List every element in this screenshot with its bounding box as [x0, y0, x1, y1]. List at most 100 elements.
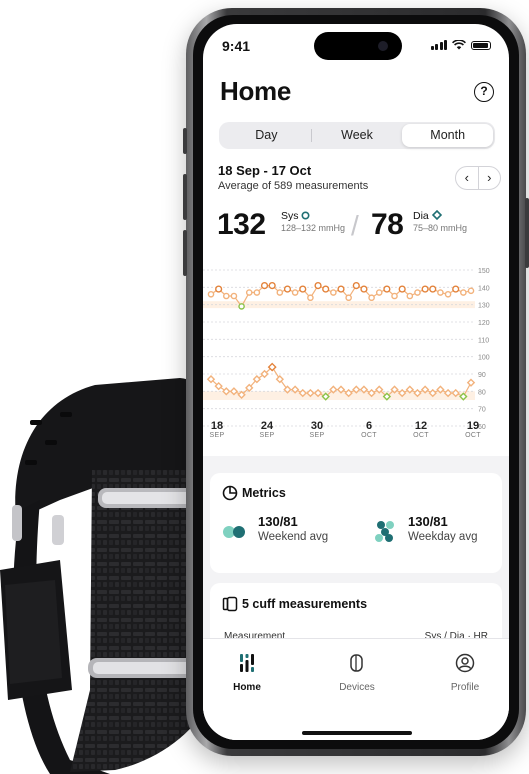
- app-screen: 9:41 Home ? Day Week Month 18 Sep - 17 O…: [203, 24, 509, 740]
- weekday-dots-icon: [375, 521, 394, 542]
- devices-icon: [350, 654, 363, 672]
- chart-x-axis: 18 SEP 24 SEP 30 SEP 6 OCT 12 OCT 19 OCT: [203, 420, 509, 448]
- weekday-value: 130/81: [408, 514, 448, 529]
- weekend-metric: 130/81 Weekend avg: [258, 514, 328, 543]
- data-point: [215, 285, 223, 293]
- date-range: 18 Sep - 17 Oct: [218, 163, 312, 178]
- data-point: [307, 294, 314, 302]
- tab-devices-label: Devices: [339, 682, 375, 693]
- segment-month[interactable]: Month: [402, 124, 494, 147]
- phone-frame: 9:41 Home ? Day Week Month 18 Sep - 17 O…: [183, 8, 529, 756]
- battery-icon: [471, 40, 491, 50]
- tab-bar: Home Devices Profile: [203, 638, 509, 740]
- data-point: [467, 287, 475, 295]
- systolic-label: Sys: [281, 210, 299, 222]
- prev-period-button[interactable]: ‹: [456, 167, 479, 189]
- page-title: Home: [220, 76, 292, 106]
- tab-home-label: Home: [233, 682, 261, 693]
- x-tick-day: 18: [210, 420, 224, 432]
- y-tick-label: 100: [478, 355, 490, 362]
- x-tick-day: 24: [260, 420, 274, 432]
- profile-icon: [455, 653, 475, 673]
- x-tick-day: 6: [365, 420, 373, 432]
- x-tick-day: 12: [414, 420, 428, 432]
- diastolic-value: 78: [371, 208, 404, 241]
- tab-home[interactable]: Home: [207, 653, 287, 693]
- diamond-marker-icon: [431, 209, 442, 221]
- data-point: [345, 294, 352, 302]
- data-point: [283, 285, 292, 293]
- systolic-reading: 132 Sys 128–132 mmHg: [217, 208, 345, 242]
- period-segmented-control: Day Week Month: [219, 122, 495, 149]
- data-point: [253, 289, 261, 296]
- y-tick-label: 130: [478, 303, 490, 310]
- metrics-card[interactable]: Metrics 130/81 Weekend avg 130/81 Weekda…: [210, 473, 502, 573]
- data-point: [352, 282, 360, 290]
- dynamic-island: [314, 32, 402, 60]
- weekday-metric: 130/81 Weekday avg: [408, 514, 477, 543]
- x-tick-label: 24 SEP: [252, 420, 282, 439]
- data-point: [429, 285, 437, 293]
- data-point: [414, 289, 421, 296]
- data-point: [268, 282, 276, 290]
- y-tick-label: 140: [478, 285, 490, 292]
- cuff-icon: [222, 596, 238, 612]
- diastolic-reading: 78 Dia 75–80 mmHg: [371, 208, 467, 242]
- data-point: [314, 282, 322, 290]
- x-tick-label: 6 OCT: [354, 420, 384, 439]
- data-point: [260, 282, 269, 290]
- y-tick-label: 150: [478, 268, 490, 275]
- blood-pressure-chart: 15014013012011010090807060: [203, 268, 490, 430]
- x-tick-month: SEP: [259, 432, 275, 439]
- wifi-icon: [452, 40, 466, 50]
- status-time: 9:41: [222, 38, 251, 54]
- data-point: [230, 292, 238, 300]
- y-tick-label: 110: [478, 337, 489, 344]
- diastolic-label: Dia: [413, 210, 429, 222]
- systolic-range: 128–132 mmHg: [281, 223, 346, 233]
- data-point: [452, 285, 460, 293]
- weekend-value: 130/81: [258, 514, 298, 529]
- x-tick-label: 30 SEP: [302, 420, 332, 439]
- x-tick-label: 18 SEP: [203, 420, 232, 439]
- help-icon[interactable]: ?: [474, 82, 494, 102]
- data-point: [238, 303, 245, 310]
- home-indicator: [302, 731, 412, 735]
- weekday-label: Weekday avg: [408, 531, 478, 543]
- x-tick-month: OCT: [413, 432, 429, 439]
- tab-profile[interactable]: Profile: [425, 653, 505, 693]
- segment-day[interactable]: Day: [221, 124, 312, 147]
- x-tick-month: SEP: [209, 432, 225, 439]
- data-point: [330, 289, 337, 296]
- circle-marker-icon: [301, 211, 310, 220]
- home-dashboard-icon: [240, 654, 254, 672]
- y-tick-label: 120: [478, 320, 490, 327]
- x-tick-month: OCT: [465, 432, 481, 439]
- diastolic-range: 75–80 mmHg: [413, 223, 468, 233]
- data-point: [368, 294, 375, 302]
- x-tick-label: 19 OCT: [458, 420, 488, 439]
- data-point: [383, 285, 391, 293]
- data-point: [466, 378, 476, 387]
- y-tick-label: 90: [478, 372, 486, 379]
- tab-profile-label: Profile: [450, 682, 480, 693]
- data-point: [437, 289, 444, 296]
- x-tick-label: 12 OCT: [406, 420, 436, 439]
- metrics-title: Metrics: [242, 486, 286, 500]
- data-point: [375, 289, 383, 296]
- signal-icon: [430, 40, 447, 50]
- data-point: [406, 292, 414, 300]
- tab-devices[interactable]: Devices: [317, 653, 397, 693]
- data-point: [322, 285, 330, 293]
- status-bar: 9:41: [203, 24, 509, 68]
- data-point: [444, 290, 452, 298]
- systolic-value: 132: [217, 208, 266, 241]
- data-point: [460, 289, 467, 296]
- x-tick-day: 19: [466, 420, 480, 432]
- next-period-button[interactable]: ›: [479, 167, 501, 189]
- cuff-title: 5 cuff measurements: [242, 597, 368, 611]
- data-point: [398, 285, 406, 293]
- segment-week[interactable]: Week: [312, 124, 403, 147]
- x-tick-month: SEP: [309, 432, 325, 439]
- reading-separator: /: [351, 210, 359, 241]
